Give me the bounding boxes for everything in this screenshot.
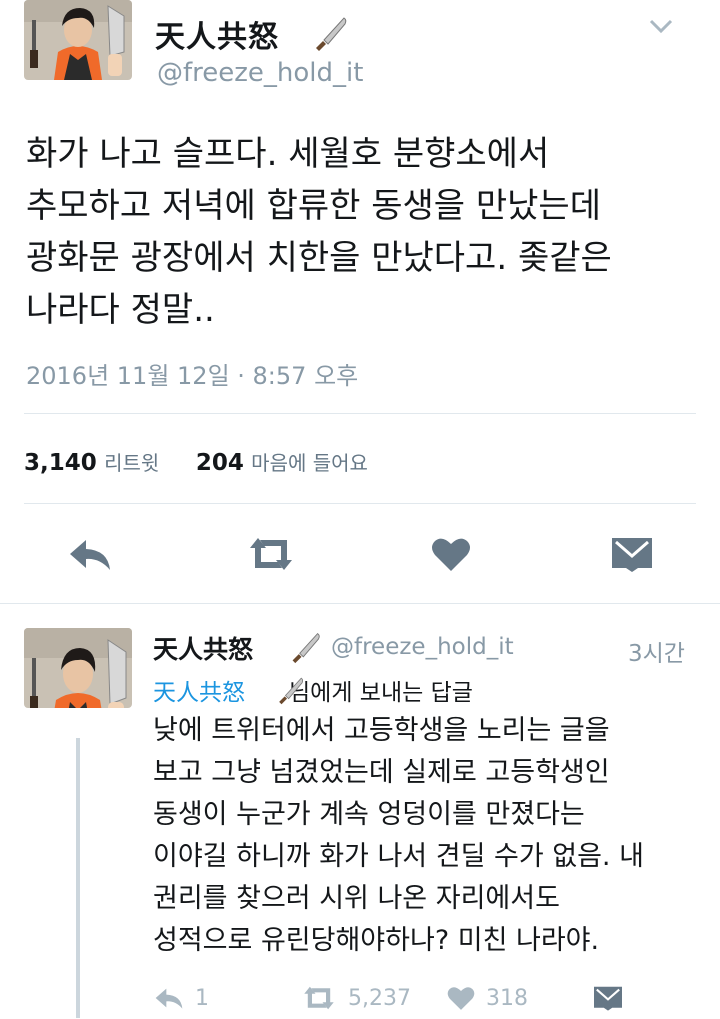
- avatar[interactable]: [24, 0, 132, 80]
- retweet-icon[interactable]: [244, 534, 298, 578]
- reply-icon[interactable]: [153, 984, 185, 1012]
- chevron-down-icon[interactable]: [646, 14, 676, 42]
- reply-handle[interactable]: @freeze_hold_it: [331, 634, 514, 660]
- reply-display-name[interactable]: 天人共怒: [153, 630, 253, 666]
- engagement-stats: 3,140 리트윗 204 마음에 들어요: [24, 447, 368, 476]
- section-separator: [0, 603, 720, 604]
- reply-text: 낮에 트위터에서 고등학생을 노리는 글을 보고 그냥 넘겼었는데 실제로 고등…: [153, 715, 644, 956]
- reply-action-like[interactable]: 318: [446, 984, 528, 1012]
- knife-icon: [276, 675, 306, 709]
- timestamp[interactable]: 2016년 11월 12일 · 8:57 오후: [26, 356, 358, 391]
- reply-avatar[interactable]: [24, 628, 132, 708]
- tweet-text: 화가 나고 슬프다. 세월호 분향소에서 추모하고 저녁에 합류한 동생을 만났…: [26, 134, 612, 330]
- heart-icon[interactable]: [430, 534, 472, 578]
- reply-to-name[interactable]: 天人共怒: [153, 680, 245, 706]
- replying-to: 天人共怒 님에게 보내는 답글: [153, 673, 473, 707]
- envelope-icon[interactable]: [592, 984, 624, 1012]
- reply-like-count: 318: [486, 985, 528, 1011]
- reply-action-retweet[interactable]: 5,237: [300, 984, 411, 1012]
- reply-retweet-count: 5,237: [348, 985, 411, 1011]
- reply-count: 1: [195, 985, 209, 1011]
- divider: [24, 413, 696, 414]
- heart-icon[interactable]: [446, 984, 476, 1012]
- display-name[interactable]: 天人共怒: [155, 12, 279, 56]
- reply-action-dm[interactable]: [592, 984, 624, 1012]
- handle[interactable]: @freeze_hold_it: [157, 58, 363, 88]
- reply-icon[interactable]: [66, 534, 114, 578]
- reply-action-reply[interactable]: 1: [153, 984, 209, 1012]
- like-count[interactable]: 204: [196, 450, 244, 476]
- like-label[interactable]: 마음에 들어요: [251, 451, 368, 475]
- divider: [24, 503, 696, 504]
- reply-to-suffix: 님에게 보내는 답글: [289, 680, 473, 706]
- thread-line: [76, 738, 80, 1018]
- retweet-icon[interactable]: [300, 984, 338, 1012]
- reply-time[interactable]: 3시간: [628, 634, 685, 668]
- retweet-label[interactable]: 리트윗: [104, 451, 159, 475]
- knife-icon: [312, 14, 350, 56]
- knife-icon: [289, 630, 323, 668]
- envelope-icon[interactable]: [610, 534, 654, 578]
- retweet-count[interactable]: 3,140: [24, 450, 97, 476]
